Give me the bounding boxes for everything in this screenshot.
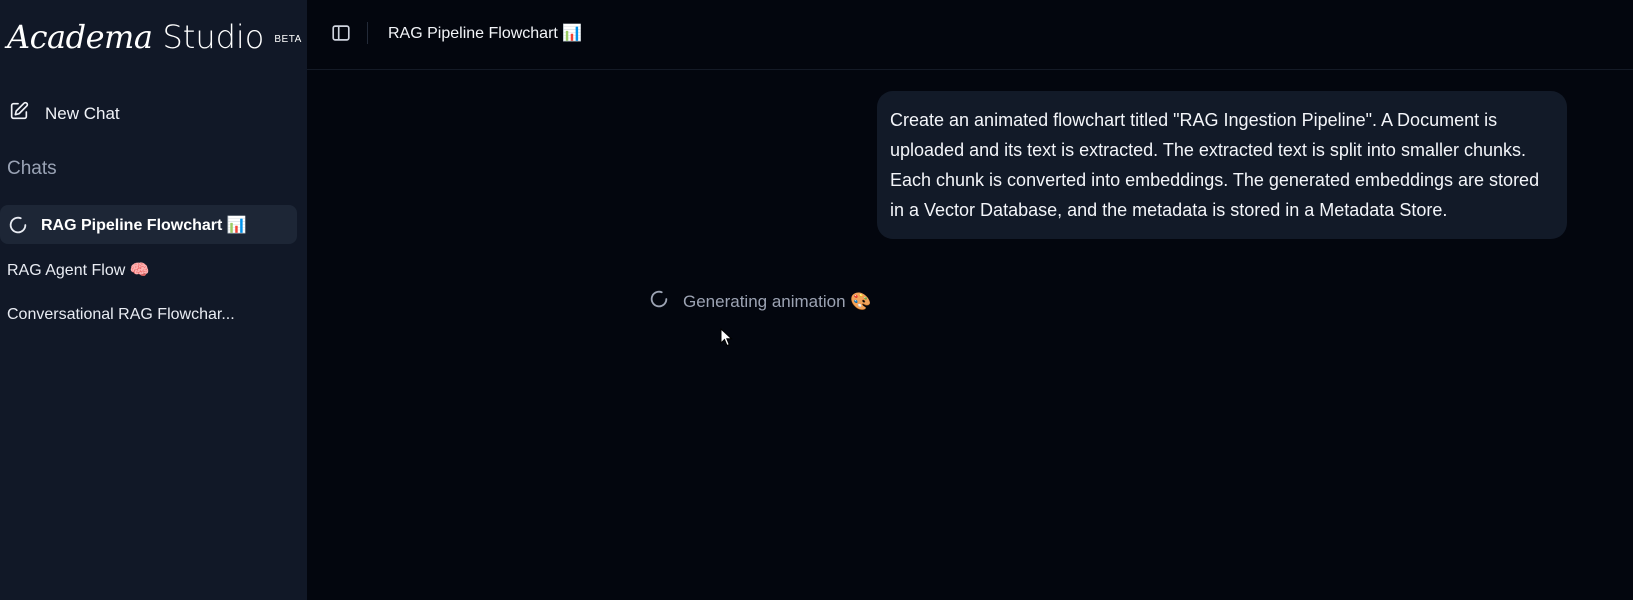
chat-item-label: Conversational RAG Flowchar... (7, 305, 235, 323)
chat-title: RAG Pipeline Flowchart 📊 (388, 25, 583, 42)
chat-list: RAG Pipeline Flowchart 📊 RAG Agent Flow … (0, 205, 297, 340)
chat-item-rag-pipeline-flowchart[interactable]: RAG Pipeline Flowchart 📊 (0, 205, 297, 244)
generation-status: Generating animation 🎨 (648, 288, 871, 315)
mouse-pointer-icon (720, 327, 734, 348)
chat-item-label: RAG Agent Flow 🧠 (7, 261, 150, 279)
chat-main: RAG Pipeline Flowchart 📊 Create an anima… (307, 0, 1633, 600)
chat-item-label: RAG Pipeline Flowchart 📊 (41, 216, 247, 234)
brand-name: Studio (162, 18, 265, 56)
top-bar: RAG Pipeline Flowchart 📊 (307, 0, 1633, 70)
brand-logo[interactable]: Academa Studio BETA (7, 18, 302, 56)
spinner-icon (648, 288, 670, 315)
status-text: Generating animation 🎨 (683, 291, 872, 311)
new-chat-button[interactable]: New Chat (8, 100, 120, 127)
chat-item-conversational-rag-flowchart[interactable]: Conversational RAG Flowchar... (0, 295, 297, 334)
chat-item-rag-agent-flow[interactable]: RAG Agent Flow 🧠 (0, 250, 297, 289)
user-message-text: Create an animated flowchart titled "RAG… (890, 110, 1540, 220)
spinner-icon (7, 214, 29, 236)
edit-square-icon (8, 100, 30, 127)
brand-script: Academa (7, 18, 153, 56)
sidebar-panel-icon[interactable] (330, 22, 352, 44)
chats-heading: Chats (7, 158, 57, 179)
beta-badge: BETA (274, 34, 302, 45)
app-window: Academa Studio BETA New Chat Chats RAG P… (0, 0, 1633, 600)
user-message-bubble: Create an animated flowchart titled "RAG… (877, 91, 1567, 239)
sidebar: Academa Studio BETA New Chat Chats RAG P… (0, 0, 307, 600)
new-chat-label: New Chat (45, 103, 120, 123)
topbar-divider (367, 22, 368, 44)
